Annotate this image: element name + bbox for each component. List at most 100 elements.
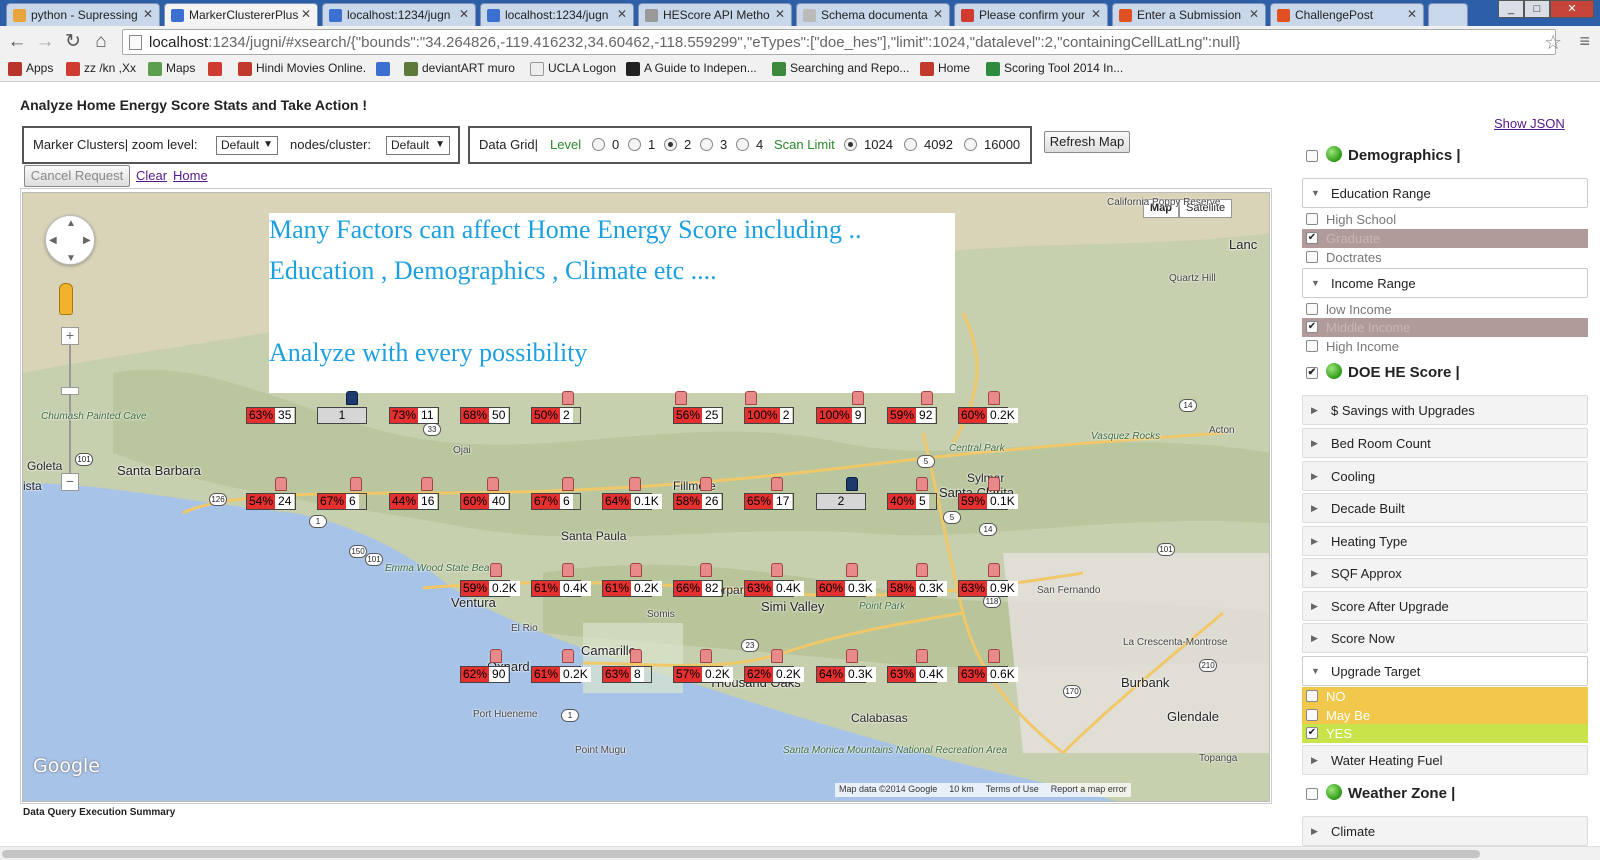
cluster-marker[interactable]: 100% 2 — [744, 407, 794, 424]
forward-arrow-icon[interactable]: → — [34, 31, 56, 53]
marker-pin-icon[interactable] — [487, 477, 499, 491]
accordion-cooling[interactable]: ▶ Cooling — [1302, 461, 1588, 491]
browser-tab[interactable]: ChallengePost ✕ — [1270, 3, 1424, 26]
marker-pin-icon[interactable] — [630, 649, 642, 663]
cluster-marker[interactable]: 60% 0.2K — [958, 407, 1018, 424]
level-radio-4[interactable] — [736, 138, 749, 151]
marker-pin-icon[interactable] — [490, 649, 502, 663]
marker-pin-icon[interactable] — [350, 477, 362, 491]
cluster-marker[interactable]: 63% 8 — [602, 666, 652, 683]
close-tab-icon[interactable]: ✕ — [775, 7, 785, 21]
close-window-button[interactable]: ✕ — [1550, 0, 1594, 18]
level-radio-0[interactable] — [592, 138, 605, 151]
cluster-marker[interactable]: 1 — [317, 407, 367, 424]
bookmark-item[interactable]: Hindi Movies Online. — [238, 61, 366, 76]
income-option-low[interactable]: low Income — [1302, 300, 1588, 319]
demographics-section[interactable]: Demographics | — [1298, 142, 1590, 172]
accordion-score-now[interactable]: ▶ Score Now — [1302, 623, 1588, 653]
back-arrow-icon[interactable]: ← — [6, 31, 28, 53]
cluster-marker[interactable]: 60% 40 — [460, 493, 510, 510]
accordion-sqf-approx[interactable]: ▶ SQF Approx — [1302, 558, 1588, 588]
cluster-marker[interactable]: 63% 0.9K — [958, 580, 1018, 597]
marker-pin-icon[interactable] — [988, 649, 1000, 663]
browser-tab[interactable]: Please confirm your ✕ — [954, 3, 1108, 26]
accordion-water-heating-fuel[interactable]: ▶ Water Heating Fuel — [1302, 745, 1588, 775]
browser-tab-active[interactable]: MarkerClustererPlus ✕ — [164, 3, 318, 26]
marker-pin-icon[interactable] — [846, 477, 858, 491]
demographics-checkbox[interactable] — [1306, 150, 1318, 162]
browser-tab[interactable]: Schema documenta ✕ — [796, 3, 950, 26]
marker-pin-icon[interactable] — [771, 477, 783, 491]
marker-pin-icon[interactable] — [771, 563, 783, 577]
cluster-marker[interactable]: 63% 0.4K — [744, 580, 804, 597]
marker-pin-icon[interactable] — [562, 563, 574, 577]
income-option-middle[interactable]: ✔ Middle Income — [1302, 318, 1588, 337]
cancel-request-button[interactable]: Cancel Request — [24, 165, 130, 187]
marker-pin-icon[interactable] — [846, 649, 858, 663]
marker-pin-icon[interactable] — [700, 563, 712, 577]
level-radio-3[interactable] — [700, 138, 713, 151]
education-option-graduate[interactable]: ✔ Graduate — [1302, 229, 1588, 248]
accordion-bed-room-count[interactable]: ▶ Bed Room Count — [1302, 428, 1588, 458]
marker-pin-icon[interactable] — [562, 477, 574, 491]
income-range-header[interactable]: ▼ Income Range — [1302, 268, 1588, 298]
bookmark-item[interactable]: zz /kn ,Xx — [66, 61, 136, 76]
checkbox-checked[interactable]: ✔ — [1306, 232, 1318, 244]
browser-tab[interactable]: Enter a Submission ✕ — [1112, 3, 1266, 26]
marker-pin-icon[interactable] — [490, 563, 502, 577]
cluster-marker[interactable]: 100% 9 — [816, 407, 866, 424]
report-map-error-link[interactable]: Report a map error — [1051, 784, 1127, 796]
upgrade-option-no[interactable]: NO — [1302, 687, 1588, 706]
doe-he-score-section[interactable]: ✔ DOE HE Score | — [1298, 359, 1590, 389]
marker-pin-icon[interactable] — [275, 477, 287, 491]
bookmark-item[interactable]: Scoring Tool 2014 In... — [986, 61, 1123, 76]
pan-right-icon[interactable]: ▶ — [83, 235, 91, 246]
close-tab-icon[interactable]: ✕ — [1407, 7, 1417, 21]
minimize-button[interactable]: _ — [1498, 0, 1524, 18]
marker-pin-icon[interactable] — [700, 649, 712, 663]
nodes-per-cluster-select[interactable]: Default ▼ — [386, 136, 450, 155]
accordion-score-after-upgrade[interactable]: ▶ Score After Upgrade — [1302, 591, 1588, 621]
accordion-heating-type[interactable]: ▶ Heating Type — [1302, 526, 1588, 556]
cluster-marker[interactable]: 50% 2 — [531, 407, 581, 424]
close-tab-icon[interactable]: ✕ — [459, 7, 469, 21]
upgrade-option-yes[interactable]: ✔ YES — [1302, 724, 1588, 743]
zoom-slider-thumb[interactable] — [61, 387, 79, 395]
pan-left-icon[interactable]: ◀ — [49, 235, 57, 246]
upgrade-target-header[interactable]: ▼ Upgrade Target — [1302, 656, 1588, 686]
cluster-marker[interactable]: 58% 26 — [673, 493, 723, 510]
marker-pin-icon[interactable] — [916, 563, 928, 577]
cluster-marker[interactable]: 63% 35 — [246, 407, 296, 424]
reload-icon[interactable]: ↻ — [62, 31, 84, 53]
street-view-pegman-icon[interactable] — [59, 283, 73, 315]
horizontal-scrollbar[interactable] — [0, 846, 1600, 860]
bookmark-item[interactable]: deviantART muro — [404, 61, 515, 76]
cluster-marker[interactable]: 65% 17 — [744, 493, 794, 510]
cluster-marker[interactable]: 44% 16 — [389, 493, 439, 510]
cluster-marker[interactable]: 73% 11 — [389, 407, 439, 424]
chrome-menu-icon[interactable]: ≡ — [1579, 31, 1590, 52]
marker-pin-icon[interactable] — [562, 649, 574, 663]
cluster-marker[interactable]: 61% 0.2K — [602, 580, 662, 597]
checkbox[interactable] — [1306, 251, 1318, 263]
marker-pin-icon[interactable] — [988, 563, 1000, 577]
level-radio-1[interactable] — [628, 138, 641, 151]
cluster-marker[interactable]: 67% 6 — [317, 493, 367, 510]
cluster-marker[interactable]: 61% 0.4K — [531, 580, 591, 597]
marker-pin-icon[interactable] — [700, 477, 712, 491]
zoom-level-select[interactable]: Default ▼ — [216, 136, 278, 155]
marker-pin-icon[interactable] — [916, 477, 928, 491]
scan-limit-radio-4092[interactable] — [904, 138, 917, 151]
cluster-marker[interactable]: 56% 25 — [673, 407, 723, 424]
weather-zone-checkbox[interactable] — [1306, 788, 1318, 800]
checkbox[interactable] — [1306, 709, 1318, 721]
cluster-marker[interactable]: 59% 0.1K — [958, 493, 1018, 510]
pan-up-icon[interactable]: ▲ — [66, 218, 76, 229]
cluster-marker[interactable]: 61% 0.2K — [531, 666, 591, 683]
close-tab-icon[interactable]: ✕ — [617, 7, 627, 21]
cluster-marker[interactable]: 2 — [816, 493, 866, 510]
zoom-out-button[interactable]: − — [61, 473, 79, 491]
education-option-doctrates[interactable]: Doctrates — [1302, 248, 1588, 267]
browser-tab[interactable]: python - Supressing ✕ — [6, 3, 160, 26]
checkbox[interactable] — [1306, 340, 1318, 352]
